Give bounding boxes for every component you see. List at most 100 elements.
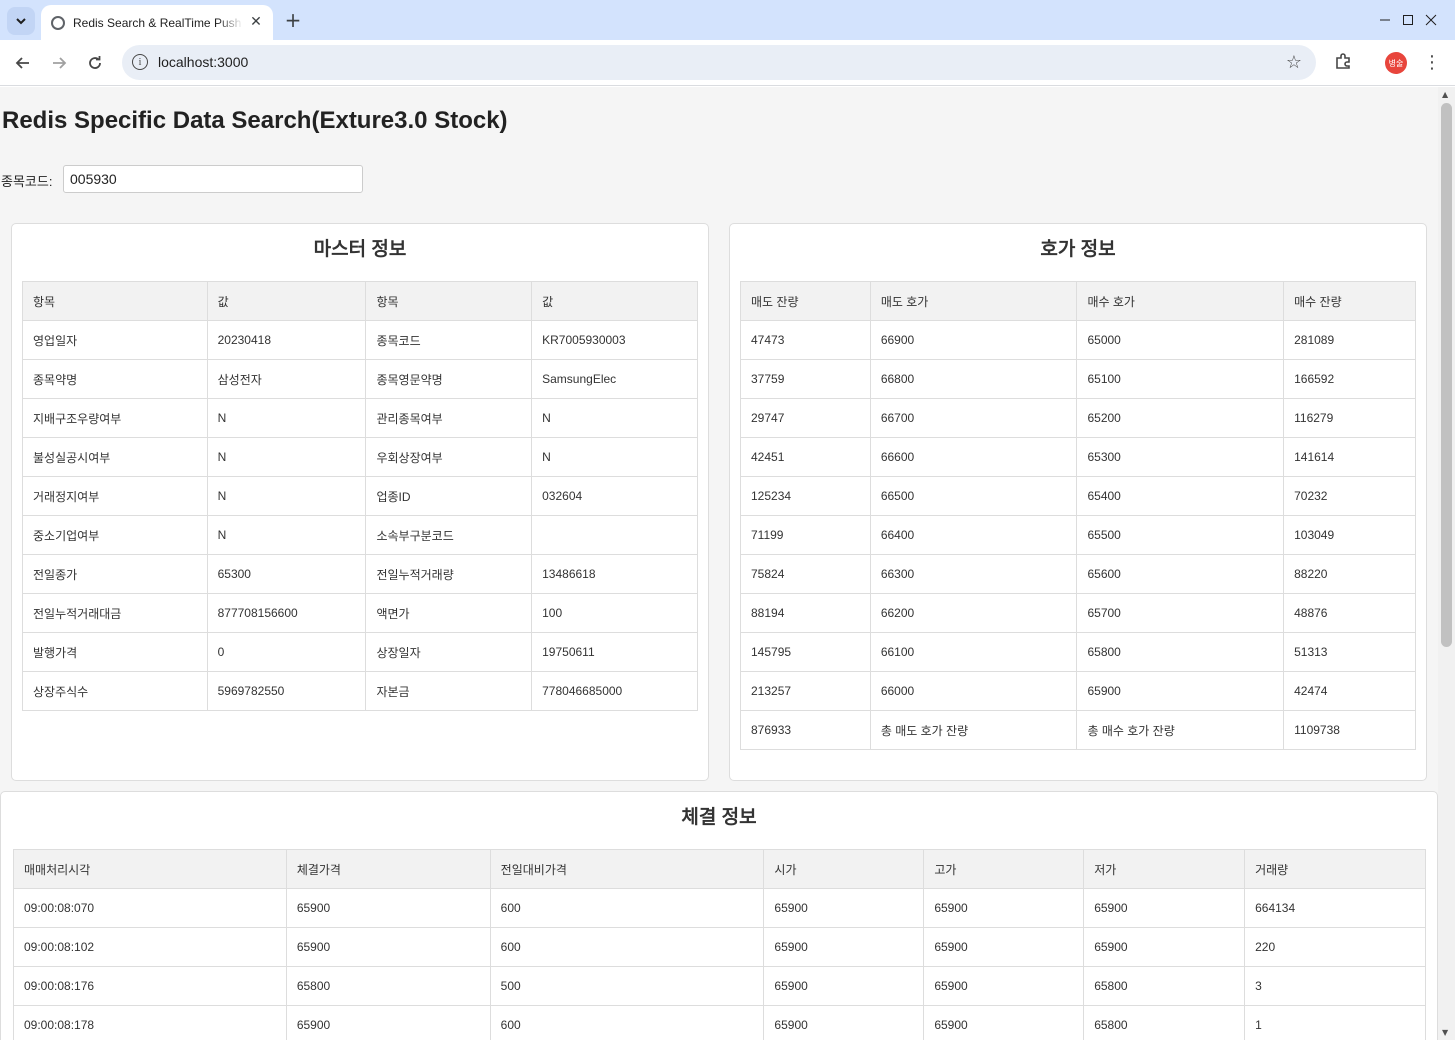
site-info-icon[interactable]: i <box>132 54 148 70</box>
table-cell: 66300 <box>869 554 1078 594</box>
reload-button[interactable] <box>81 49 109 77</box>
stock-code-input[interactable] <box>63 165 363 193</box>
column-header: 매수 잔량 <box>1283 281 1416 321</box>
table-cell: 65900 <box>1083 888 1246 928</box>
trade-info-title: 체결 정보 <box>681 807 757 828</box>
table-cell: 65800 <box>1083 1005 1246 1040</box>
table-cell: 전일누적거래대금 <box>22 593 208 633</box>
table-cell: 65900 <box>1083 927 1246 967</box>
table-cell: 48876 <box>1283 593 1416 633</box>
table-cell: 거래정지여부 <box>22 476 208 516</box>
table-cell: 09:00:08:178 <box>13 1005 287 1040</box>
table-cell: 42474 <box>1283 671 1416 711</box>
table-cell: 전일누적거래량 <box>365 554 533 594</box>
table-cell: 지배구조우량여부 <box>22 398 208 438</box>
table-cell: 13486618 <box>531 554 698 594</box>
table-cell <box>531 515 698 555</box>
table-cell: 71199 <box>740 515 871 555</box>
master-table-row: 전일종가 65300 전일누적거래량 13486618 <box>22 554 698 594</box>
close-tab-icon[interactable]: ✕ <box>247 13 265 31</box>
table-cell: 상장주식수 <box>22 671 208 711</box>
master-table-row: 종목약명 삼성전자 종목영문약명 SamsungElec <box>22 359 698 399</box>
table-cell: 전일종가 <box>22 554 208 594</box>
table-cell: 65000 <box>1076 320 1285 360</box>
table-cell: 88194 <box>740 593 871 633</box>
table-cell: 500 <box>489 966 765 1006</box>
browser-tab-bar: Redis Search & RealTime Push ✕ + <box>0 0 1455 40</box>
table-cell: 20230418 <box>206 320 367 360</box>
scrollbar-thumb[interactable] <box>1441 103 1452 647</box>
bookmark-star-icon[interactable]: ☆ <box>1286 52 1302 73</box>
table-cell: 66700 <box>869 398 1078 438</box>
table-cell: 70232 <box>1283 476 1416 516</box>
tab-title: Redis Search & RealTime Push <box>73 15 242 30</box>
table-cell: 업종ID <box>365 476 533 516</box>
table-cell: 600 <box>489 927 765 967</box>
table-cell: 65800 <box>285 966 491 1006</box>
table-cell: 100 <box>531 593 698 633</box>
browser-toolbar: i localhost:3000 ☆ 병술 ⋮ <box>0 40 1455 86</box>
table-cell: 42451 <box>740 437 871 477</box>
table-cell: 09:00:08:102 <box>13 927 287 967</box>
profile-avatar[interactable]: 병술 <box>1385 52 1407 74</box>
table-cell: 65900 <box>763 966 925 1006</box>
table-cell: 75824 <box>740 554 871 594</box>
more-menu-icon[interactable]: ⋮ <box>1422 50 1442 74</box>
page-scrollbar[interactable]: ▲ ▼ <box>1438 87 1455 1040</box>
quote-table-row: 29747 66700 65200 116279 <box>740 398 1416 438</box>
table-cell: 65500 <box>1076 515 1285 555</box>
table-cell: 88220 <box>1283 554 1416 594</box>
master-table-row: 전일누적거래대금 877708156600 액면가 100 <box>22 593 698 633</box>
quote-table-row: 42451 66600 65300 141614 <box>740 437 1416 477</box>
table-cell: 종목코드 <box>365 320 533 360</box>
table-cell: 65900 <box>923 927 1085 967</box>
table-cell: 116279 <box>1283 398 1416 438</box>
scroll-down-arrow-icon[interactable]: ▼ <box>1442 1028 1448 1037</box>
tab-search-button[interactable] <box>7 7 35 35</box>
table-cell: 66400 <box>869 515 1078 555</box>
extensions-icon[interactable] <box>1332 50 1354 72</box>
table-cell: 09:00:08:176 <box>13 966 287 1006</box>
quote-table-row: 47473 66900 65000 281089 <box>740 320 1416 360</box>
table-cell: 220 <box>1244 927 1426 967</box>
master-table-row: 상장주식수 5969782550 자본금 778046685000 <box>22 671 698 711</box>
master-info-panel: 마스터 정보 항목 값 항목 값 영업일자 20230418 종목코드 KR70059300… <box>11 223 709 781</box>
quote-table-row: 88194 66200 65700 48876 <box>740 593 1416 633</box>
address-bar[interactable]: i localhost:3000 ☆ <box>122 45 1316 80</box>
table-cell: 총 매수 호가 잔량 <box>1076 710 1285 750</box>
table-cell: 19750611 <box>531 632 698 672</box>
table-cell: 65100 <box>1076 359 1285 399</box>
table-cell: 65900 <box>1076 671 1285 711</box>
new-tab-button[interactable]: + <box>281 8 305 32</box>
table-cell: 66000 <box>869 671 1078 711</box>
master-table-row: 중소기업여부 N 소속부구분코드 <box>22 515 698 555</box>
master-table-row: 지배구조우량여부 N 관리종목여부 N <box>22 398 698 438</box>
forward-button[interactable] <box>45 49 73 77</box>
table-cell: 총 매도 호가 잔량 <box>869 710 1078 750</box>
quote-table-row: 71199 66400 65500 103049 <box>740 515 1416 555</box>
table-cell: 66900 <box>869 320 1078 360</box>
table-cell: 778046685000 <box>531 671 698 711</box>
globe-icon <box>51 15 65 30</box>
page-title: Redis Specific Data Search(Exture3.0 Sto… <box>2 107 508 134</box>
table-cell: 166592 <box>1283 359 1416 399</box>
quote-table-row: 37759 66800 65100 166592 <box>740 359 1416 399</box>
column-header: 매도 잔량 <box>740 281 871 321</box>
arrow-right-icon <box>53 57 67 69</box>
table-cell: N <box>206 437 367 477</box>
column-header: 저가 <box>1083 849 1246 889</box>
table-cell: 103049 <box>1283 515 1416 555</box>
quote-info-title: 호가 정보 <box>1040 239 1116 260</box>
master-table-row: 발행가격 0 상장일자 19750611 <box>22 632 698 672</box>
table-cell: 66800 <box>869 359 1078 399</box>
table-cell: N <box>206 476 367 516</box>
table-cell: 877708156600 <box>206 593 367 633</box>
scroll-up-arrow-icon[interactable]: ▲ <box>1442 90 1448 99</box>
quote-table-row: 75824 66300 65600 88220 <box>740 554 1416 594</box>
close-window-button[interactable] <box>1408 0 1454 40</box>
table-cell: 65800 <box>1083 966 1246 1006</box>
trade-info-panel: 체결 정보 매매처리시각 체결가격 전일대비가격 시가 고가 저가 거래량 09:00:08… <box>0 791 1438 1040</box>
browser-tab[interactable]: Redis Search & RealTime Push ✕ <box>41 5 273 40</box>
back-button[interactable] <box>9 49 37 77</box>
table-cell: 65900 <box>923 1005 1085 1040</box>
